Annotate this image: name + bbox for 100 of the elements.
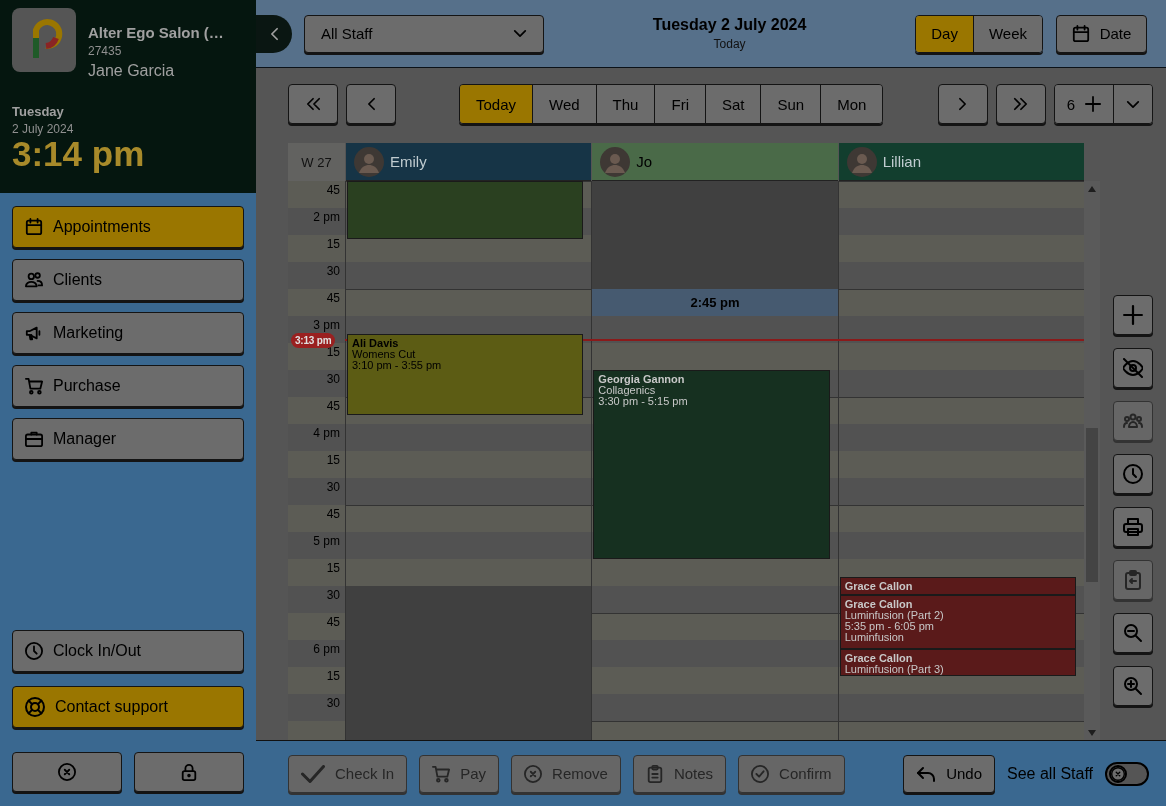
client-name: Georgia Gannon <box>598 374 686 385</box>
avatar-icon <box>354 146 384 177</box>
clock-icon <box>25 642 43 660</box>
appointment-detail: 3:10 pm - 3:55 pm <box>352 360 443 371</box>
date-title: Tuesday 2 July 2024 <box>651 16 808 34</box>
week-number: W 27 <box>288 143 345 181</box>
next-day-button[interactable] <box>937 84 988 124</box>
avatar-icon <box>846 146 877 177</box>
see-all-staff-toggle[interactable] <box>1105 761 1149 786</box>
staff-name: Jo <box>636 153 653 170</box>
weekday-tab[interactable]: Sun <box>760 85 821 123</box>
weekday-tab[interactable]: Today <box>460 85 533 123</box>
business-name: Alter Ego Salon (… <box>88 24 224 41</box>
time-slot[interactable]: 2:45 pm <box>592 289 838 316</box>
nav-item[interactable]: Marketing <box>12 312 244 354</box>
weekday-tab[interactable]: Wed <box>532 85 596 123</box>
appointment-detail: Womens Cut <box>352 349 417 360</box>
business-id: 27435 <box>88 44 123 58</box>
clipboard-icon <box>1123 570 1143 590</box>
checkmark-icon <box>301 764 325 783</box>
zoom-out-icon <box>1123 623 1143 643</box>
staff-name: Lillian <box>882 153 921 170</box>
appointment-detail: Luminfusion <box>844 632 905 643</box>
clock-icon <box>1123 464 1143 484</box>
close-button[interactable] <box>12 752 122 792</box>
weekday-tab[interactable]: Fri <box>654 85 705 123</box>
previous-day-button[interactable] <box>346 84 396 124</box>
close-icon <box>1111 766 1125 781</box>
megaphone-icon <box>25 324 43 342</box>
toolbar-button[interactable] <box>1113 295 1153 335</box>
x-circle-icon <box>524 764 543 783</box>
toolbar-button[interactable] <box>1113 507 1153 547</box>
weekday-tab[interactable]: Thu <box>595 85 655 123</box>
toolbar-button[interactable] <box>1113 613 1153 653</box>
app-logo <box>12 8 76 72</box>
printer-icon <box>1123 517 1143 537</box>
contact-support-button[interactable]: Contact support <box>12 686 244 728</box>
appointment-block[interactable]: Georgia Gannon Collagenics 3:30 pm - 5:15 pm <box>593 370 830 559</box>
scrollbar[interactable] <box>1084 181 1100 740</box>
client-name: Grace Callon <box>844 581 914 592</box>
appointment-block[interactable]: Ali Davis Womens Cut 3:10 pm - 3:55 pm <box>347 334 584 415</box>
previous-week-button[interactable] <box>288 84 338 124</box>
time-slot-label: 2:45 pm <box>690 297 740 308</box>
view-mode-tab[interactable]: Day <box>916 15 973 52</box>
toolbar-button[interactable] <box>1113 348 1153 388</box>
weekday-tab[interactable]: Sat <box>704 85 761 123</box>
collapse-sidebar-button[interactable] <box>256 14 292 53</box>
chevron-left-icon <box>269 26 279 41</box>
see-all-staff-label: See all Staff <box>1007 764 1093 783</box>
appointment-detail: Collagenics <box>598 385 656 396</box>
staff-dropdown[interactable]: All Staff <box>304 14 544 53</box>
next-week-button[interactable] <box>995 84 1046 124</box>
client-name: Grace Callon <box>844 653 914 664</box>
date-button[interactable]: Date <box>1056 14 1147 53</box>
appointment-block[interactable]: Grace Callon Luminfusion (Part 2) 5:35 pm - 6:05 pm Luminfusion <box>839 595 1076 649</box>
lock-icon <box>180 763 198 781</box>
user-name: Jane Garcia <box>88 62 176 80</box>
client-name: Grace Callon <box>844 599 914 610</box>
clock-in-out-button[interactable]: Clock In/Out <box>12 630 244 672</box>
double-chevron-right-icon <box>1013 97 1029 111</box>
nav-item[interactable]: Manager <box>12 418 244 460</box>
caret-down-icon <box>513 29 527 38</box>
scroll-up-arrow-icon[interactable] <box>1088 186 1096 192</box>
chevron-right-icon <box>958 97 968 111</box>
scroll-down-arrow-icon[interactable] <box>1088 730 1096 736</box>
calendar-icon <box>1071 24 1090 43</box>
nav-item[interactable]: Purchase <box>12 365 244 407</box>
undo-button[interactable]: Undo <box>903 754 995 793</box>
view-mode-tab[interactable]: Week <box>972 15 1042 52</box>
weekday-tab[interactable]: Mon <box>820 85 883 123</box>
cart-icon <box>25 377 43 395</box>
appointment-detail: 3:30 pm - 5:15 pm <box>598 396 689 407</box>
appointment-detail: Luminfusion (Part 2) <box>844 610 945 621</box>
plus-icon <box>1123 305 1143 325</box>
appointment-block[interactable]: Grace Callon <box>839 577 1076 595</box>
appointment-detail: 5:35 pm - 6:05 pm <box>844 621 934 632</box>
count-dropdown-button[interactable] <box>1113 85 1152 123</box>
zoom-in-icon <box>1123 676 1143 696</box>
current-time: 3:14 pm <box>12 136 146 173</box>
current-day: Tuesday <box>12 104 244 119</box>
cart-icon <box>432 764 451 783</box>
date-subtitle: Today <box>712 37 747 51</box>
avatar-icon <box>600 146 631 177</box>
plus-icon <box>1085 96 1101 112</box>
nav-item[interactable]: Clients <box>12 259 244 301</box>
people-icon <box>25 271 43 289</box>
toolbar-button[interactable] <box>1113 666 1153 706</box>
eye-slash-icon <box>1123 358 1143 378</box>
calendar-icon <box>25 218 43 236</box>
double-chevron-left-icon <box>305 97 321 111</box>
briefcase-icon <box>25 430 43 448</box>
toolbar-button[interactable] <box>1113 454 1153 494</box>
lifebuoy-icon <box>25 697 45 717</box>
nav-item[interactable]: Appointments <box>12 206 244 248</box>
clipboard-icon <box>645 764 664 783</box>
staff-count-button[interactable]: 6 <box>1054 85 1113 123</box>
appointment-block[interactable]: Grace Callon Luminfusion (Part 3) <box>839 649 1076 676</box>
current-date: 2 July 2024 <box>12 122 75 136</box>
lock-button[interactable] <box>134 752 244 792</box>
group-icon <box>1123 411 1143 431</box>
